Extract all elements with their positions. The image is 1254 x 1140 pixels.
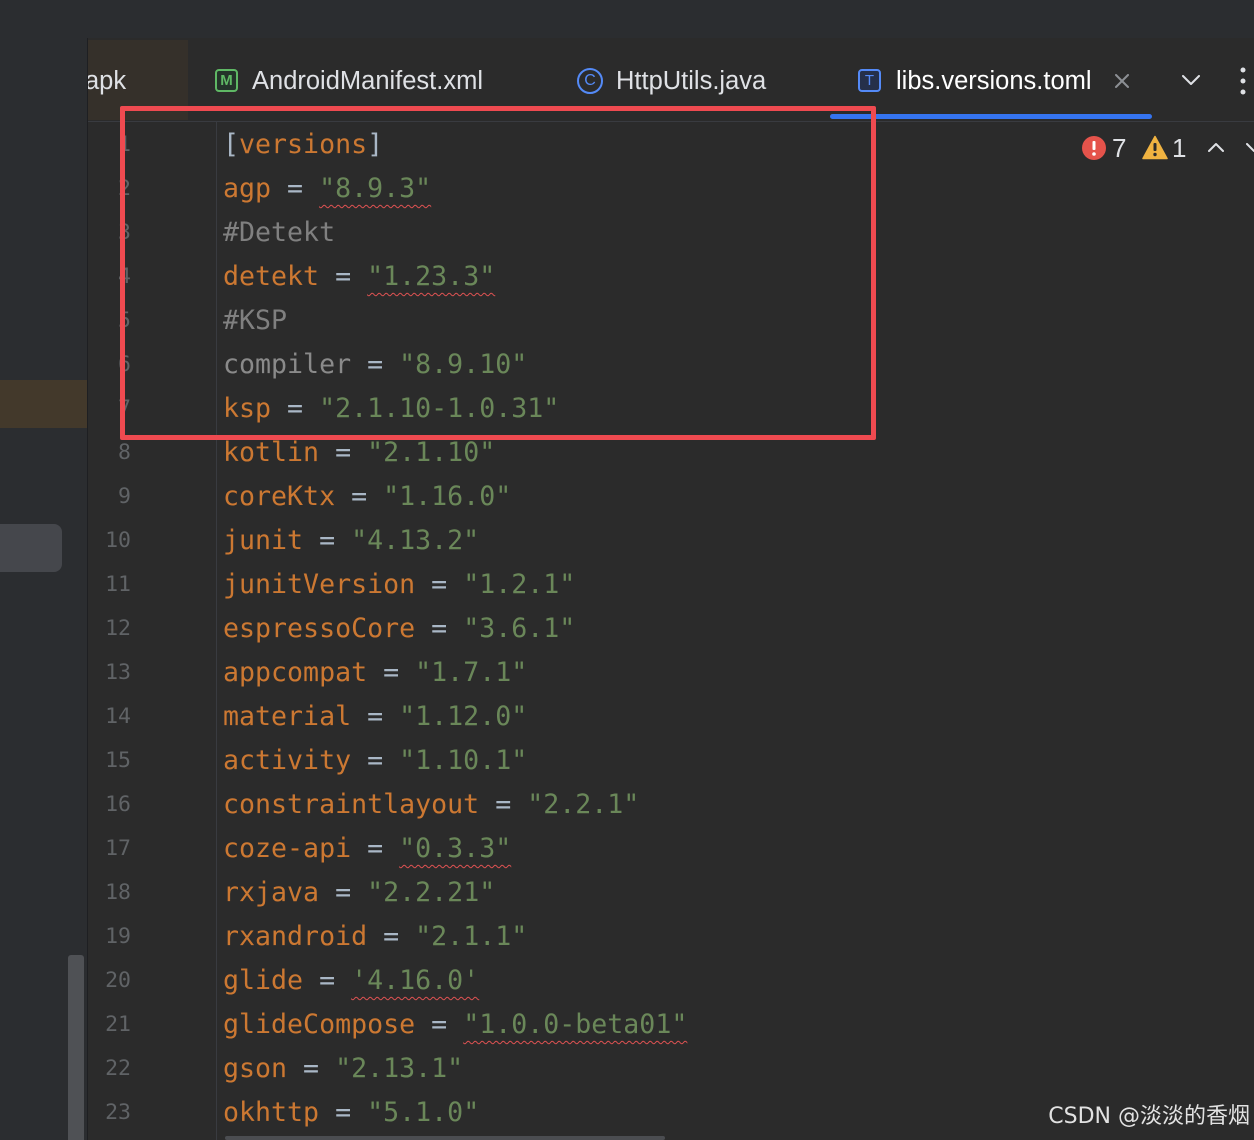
toml-key: material	[223, 701, 352, 732]
assignment-operator: =	[479, 789, 528, 820]
toml-key: gson	[223, 1053, 288, 1084]
assignment-operator: =	[351, 745, 400, 776]
chevron-down-icon[interactable]	[1182, 75, 1200, 86]
version-string: "3.6.1"	[463, 613, 576, 644]
assignment-operator: =	[319, 1097, 368, 1128]
close-icon[interactable]	[1115, 74, 1129, 88]
version-string: "4.13.2"	[351, 525, 480, 556]
code-line[interactable]: espressoCore = "3.6.1"	[223, 607, 575, 651]
toml-key: coreKtx	[223, 481, 336, 512]
code-line[interactable]: rxjava = "2.2.21"	[223, 871, 495, 915]
code-line[interactable]: glide = '4.16.0'	[223, 959, 479, 1003]
toml-key: coze-api	[223, 833, 352, 864]
assignment-operator: =	[367, 921, 416, 952]
project-tree-scrollbar[interactable]	[68, 955, 84, 1140]
toml-key: junitVersion	[223, 569, 416, 600]
assignment-operator: =	[303, 525, 352, 556]
error-count[interactable]: 7	[1112, 126, 1126, 170]
code-line[interactable]: okhttp = "5.1.0"	[223, 1091, 479, 1135]
version-string: "2.13.1"	[335, 1053, 464, 1084]
assignment-operator: =	[287, 1053, 336, 1084]
assignment-operator: =	[319, 877, 368, 908]
toml-key: activity	[223, 745, 352, 776]
assignment-operator: =	[319, 437, 368, 468]
warning-icon[interactable]	[1142, 135, 1168, 160]
code-line[interactable]: appcompat = "1.7.1"	[223, 651, 527, 695]
chevron-down-icon[interactable]	[1246, 143, 1254, 153]
assignment-operator: =	[351, 833, 400, 864]
project-tree-hover-row[interactable]	[0, 524, 62, 572]
version-string: "1.7.1"	[415, 657, 528, 688]
code-line[interactable]: junitVersion = "1.2.1"	[223, 563, 575, 607]
version-string: "1.0.0-beta01"	[463, 1009, 688, 1040]
watermark: CSDN @淡淡的香烟	[1048, 1104, 1250, 1129]
toml-key: okhttp	[223, 1097, 320, 1128]
version-string: '4.16.0'	[351, 965, 480, 996]
assignment-operator: =	[415, 613, 464, 644]
code-line[interactable]: glideCompose = "1.0.0-beta01"	[223, 1003, 687, 1047]
version-string: "2.2.1"	[527, 789, 640, 820]
assignment-operator: =	[415, 569, 464, 600]
toml-key: glide	[223, 965, 304, 996]
toml-key: appcompat	[223, 657, 368, 688]
version-string: "2.1.1"	[415, 921, 528, 952]
code-line[interactable]: material = "1.12.0"	[223, 695, 527, 739]
tab-label: AndroidManifest.xml	[252, 67, 484, 95]
tab-label: apk	[88, 67, 127, 95]
red-highlight-annotation	[120, 106, 876, 440]
version-string: "1.2.1"	[463, 569, 576, 600]
version-string: "0.3.3"	[399, 833, 512, 864]
code-line[interactable]: constraintlayout = "2.2.1"	[223, 783, 639, 827]
warning-count[interactable]: 1	[1172, 126, 1186, 170]
toml-file-icon: T	[858, 69, 881, 92]
project-tool-window	[0, 38, 88, 1140]
code-line[interactable]: activity = "1.10.1"	[223, 739, 527, 783]
toml-key: rxandroid	[223, 921, 368, 952]
code-line[interactable]: gson = "2.13.1"	[223, 1047, 463, 1091]
active-tab-indicator	[830, 114, 1152, 119]
tab-label: HttpUtils.java	[616, 67, 767, 95]
tab-libs-versions-toml[interactable]: T libs.versions.toml	[830, 38, 1152, 121]
toml-key: kotlin	[223, 437, 320, 468]
toml-key: constraintlayout	[223, 789, 480, 820]
version-string: "1.16.0"	[383, 481, 512, 512]
more-vertical-icon[interactable]	[1240, 67, 1246, 95]
version-string: "2.2.21"	[367, 877, 496, 908]
toml-key: glideCompose	[223, 1009, 416, 1040]
title-bar-strip	[0, 0, 1254, 38]
tab-label: libs.versions.toml	[896, 67, 1092, 95]
version-string: "2.1.10"	[367, 437, 496, 468]
project-tree-selected-row[interactable]	[0, 380, 87, 428]
assignment-operator: =	[335, 481, 384, 512]
ide-window: apk M AndroidManifest.xml C HttpUtils.ja…	[0, 0, 1254, 1140]
manifest-file-icon: M	[215, 69, 238, 92]
error-icon[interactable]	[1082, 136, 1106, 160]
java-class-icon: C	[577, 68, 603, 94]
assignment-operator: =	[415, 1009, 464, 1040]
code-line[interactable]: rxandroid = "2.1.1"	[223, 915, 527, 959]
code-line[interactable]: coreKtx = "1.16.0"	[223, 475, 511, 519]
chevron-up-icon[interactable]	[1208, 142, 1224, 152]
assignment-operator: =	[351, 701, 400, 732]
version-string: "1.12.0"	[399, 701, 528, 732]
assignment-operator: =	[303, 965, 352, 996]
code-line[interactable]: junit = "4.13.2"	[223, 519, 479, 563]
code-line[interactable]: coze-api = "0.3.3"	[223, 827, 511, 871]
assignment-operator: =	[367, 657, 416, 688]
toml-key: rxjava	[223, 877, 320, 908]
toml-key: junit	[223, 525, 304, 556]
toml-key: espressoCore	[223, 613, 416, 644]
version-string: "5.1.0"	[367, 1097, 480, 1128]
version-string: "1.10.1"	[399, 745, 528, 776]
horizontal-scrollbar[interactable]	[225, 1136, 665, 1140]
